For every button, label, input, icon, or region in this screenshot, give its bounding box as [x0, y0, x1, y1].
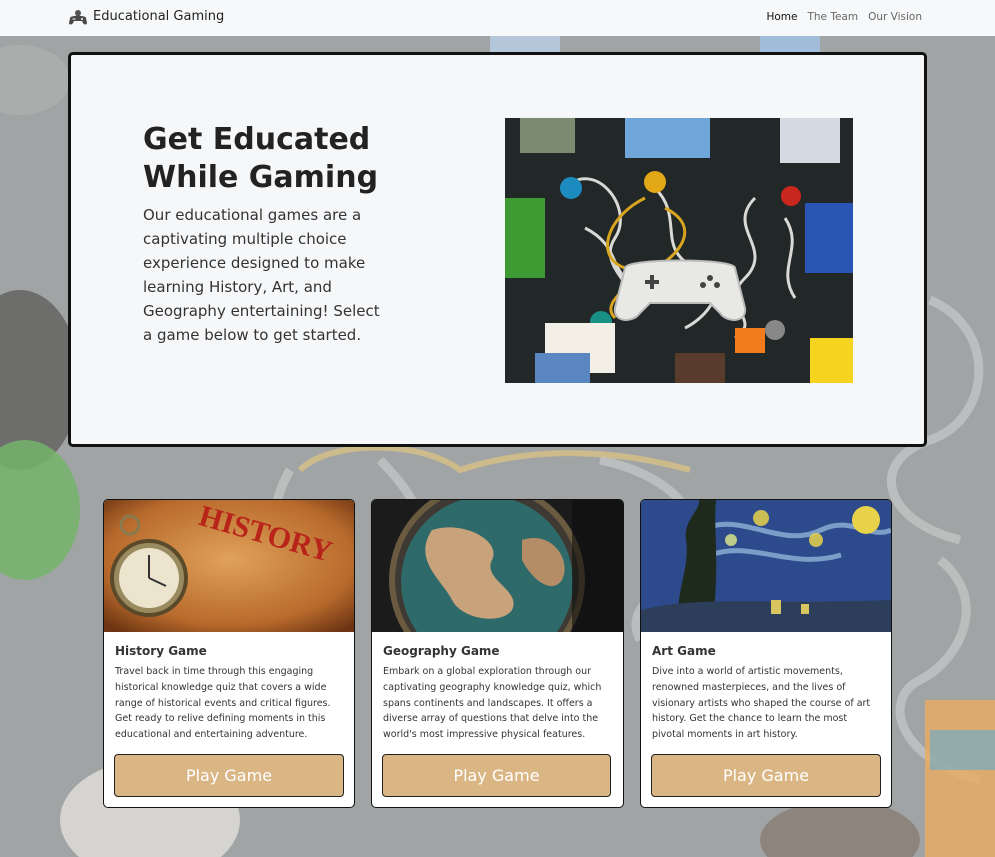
gamepad-icon	[68, 8, 88, 26]
card-title-art: Art Game	[652, 644, 716, 658]
card-description-art: Dive into a world of artistic movements,…	[652, 666, 871, 741]
nav-link-the-team[interactable]: The Team	[807, 10, 858, 24]
hero-image	[505, 118, 853, 383]
hero-title: Get Educated While Gaming	[143, 122, 379, 195]
card-art: Art Game Dive into a world of artistic m…	[640, 499, 892, 808]
card-image-art	[641, 500, 891, 632]
hero-panel: Get Educated While Gaming Our educationa…	[68, 52, 927, 447]
card-title-geography: Geography Game	[383, 644, 500, 658]
card-history: HISTORY History Game Travel back in time…	[103, 499, 355, 808]
card-description-geography: Embark on a global exploration through o…	[383, 666, 602, 741]
card-title-history: History Game	[115, 644, 207, 658]
play-geography-button[interactable]: Play Game	[382, 754, 611, 797]
card-image-geography	[372, 500, 623, 632]
card-description-history: Travel back in time through this engagin…	[115, 666, 331, 741]
card-image-history: HISTORY	[104, 500, 354, 632]
play-history-button[interactable]: Play Game	[114, 754, 344, 797]
navbar: Educational Gaming Home The Team Our Vis…	[0, 0, 995, 36]
brand[interactable]: Educational Gaming	[68, 8, 224, 26]
brand-name: Educational Gaming	[93, 9, 225, 24]
nav-link-our-vision[interactable]: Our Vision	[868, 10, 922, 24]
card-geography: Geography Game Embark on a global explor…	[371, 499, 624, 808]
nav-links: Home The Team Our Vision	[766, 10, 922, 24]
hero-description: Our educational games are a captivating …	[143, 206, 380, 344]
nav-link-home[interactable]: Home	[766, 10, 797, 24]
play-art-button[interactable]: Play Game	[651, 754, 881, 797]
